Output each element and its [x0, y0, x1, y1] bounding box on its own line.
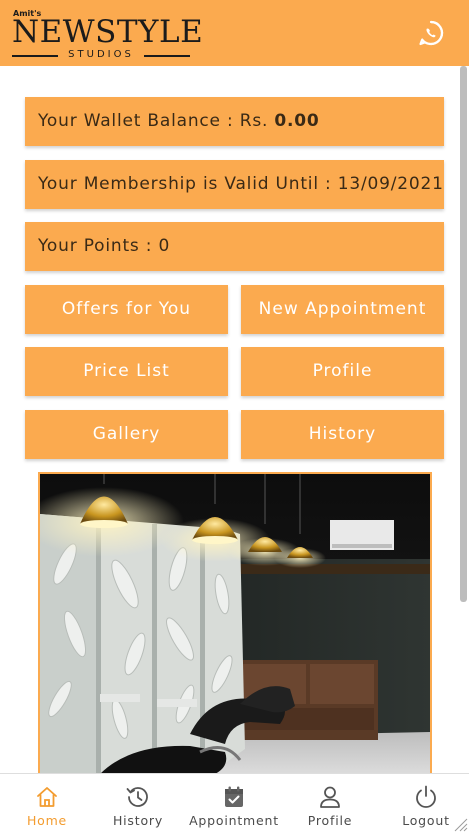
nav-appointment[interactable]: Appointment [187, 774, 281, 835]
wallet-balance-card: Your Wallet Balance : Rs. 0.00 [25, 97, 444, 146]
history-icon [126, 787, 148, 807]
new-appointment-button[interactable]: New Appointment [241, 285, 444, 334]
bottom-navigation: Home History Appointment Profile Logout [0, 773, 469, 835]
brand-logo[interactable]: Amit's NEWSTYLE STUDIOS [12, 9, 203, 61]
resize-grip-icon[interactable] [452, 816, 468, 832]
nav-profile-label: Profile [307, 813, 353, 828]
points-card: Your Points : 0 [25, 222, 444, 271]
nav-history-label: History [112, 813, 164, 828]
logo-divider-right [144, 55, 190, 57]
points-text: Your Points : 0 [38, 236, 171, 256]
nav-home-label: Home [26, 813, 68, 828]
offers-button[interactable]: Offers for You [25, 285, 228, 334]
home-icon [37, 787, 57, 807]
membership-validity-text: Your Membership is Valid Until : 13/09/2… [38, 174, 444, 194]
nav-profile[interactable]: Profile [283, 774, 377, 835]
logo-subtitle: STUDIOS [68, 49, 134, 60]
nav-history[interactable]: History [91, 774, 185, 835]
gallery-button[interactable]: Gallery [25, 410, 228, 459]
wallet-balance-value: 0.00 [274, 111, 320, 131]
history-button[interactable]: History [241, 410, 444, 459]
power-icon [416, 785, 436, 808]
logo-divider-left [12, 55, 58, 57]
logo-title: NEWSTYLE [12, 14, 204, 50]
nav-appointment-label: Appointment [189, 813, 279, 828]
page-scrollbar[interactable] [460, 66, 467, 602]
wallet-balance-label: Your Wallet Balance : Rs. [38, 111, 275, 131]
price-list-button[interactable]: Price List [25, 347, 228, 396]
profile-button[interactable]: Profile [241, 347, 444, 396]
app-header: Amit's NEWSTYLE STUDIOS [0, 0, 469, 66]
nav-home[interactable]: Home [0, 774, 94, 835]
membership-card: Your Membership is Valid Until : 13/09/2… [25, 160, 444, 209]
user-icon [320, 786, 340, 808]
whatsapp-icon[interactable] [416, 18, 446, 48]
salon-photo [38, 472, 432, 782]
calendar-check-icon [225, 786, 243, 807]
logo-subtitle-row: STUDIOS [12, 49, 190, 61]
